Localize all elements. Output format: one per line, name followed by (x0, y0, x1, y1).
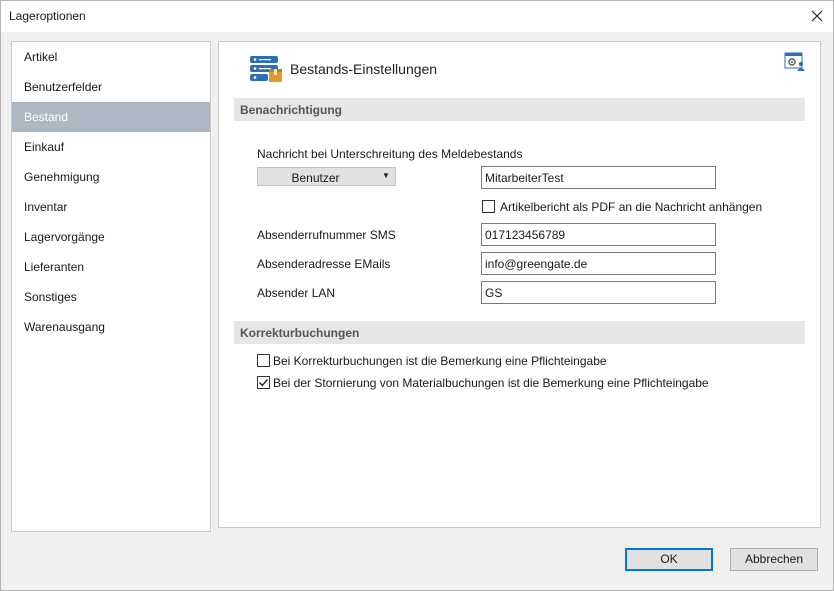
settings-user-icon[interactable] (784, 52, 806, 72)
storno-remark-label: Bei der Stornierung von Materialbuchunge… (273, 376, 709, 390)
sidebar-item-genehmigung[interactable]: Genehmigung (12, 162, 210, 192)
sidebar-item-inventar[interactable]: Inventar (12, 192, 210, 222)
page-title: Bestands-Einstellungen (290, 61, 438, 77)
sidebar-item-einkauf[interactable]: Einkauf (12, 132, 210, 162)
lan-sender-label: Absender LAN (257, 286, 336, 300)
ok-button[interactable]: OK (625, 548, 713, 571)
close-button[interactable] (800, 0, 834, 32)
sidebar-item-bestand[interactable]: Bestand (12, 102, 210, 132)
cancel-button[interactable]: Abbrechen (730, 548, 818, 571)
email-sender-field[interactable] (481, 252, 716, 275)
dropdown-label: Benutzer (291, 171, 340, 185)
title-bar: Lageroptionen (0, 0, 834, 32)
section-header-benachrichtigung: Benachrichtigung (234, 98, 805, 121)
window-title: Lageroptionen (9, 9, 86, 23)
section-header-korrekturbuchungen: Korrekturbuchungen (234, 321, 805, 344)
close-icon (811, 10, 823, 22)
message-label: Nachricht bei Unterschreitung des Meldeb… (257, 147, 523, 161)
sms-sender-field[interactable] (481, 223, 716, 246)
attach-pdf-checkbox[interactable] (482, 200, 495, 213)
lan-sender-field[interactable] (481, 281, 716, 304)
correction-remark-label: Bei Korrekturbuchungen ist die Bemerkung… (273, 354, 607, 368)
attach-pdf-label: Artikelbericht als PDF an die Nachricht … (500, 200, 763, 214)
sidebar-item-benutzerfelder[interactable]: Benutzerfelder (12, 72, 210, 102)
sidebar-item-artikel[interactable]: Artikel (12, 42, 210, 72)
correction-remark-checkbox[interactable] (257, 354, 270, 367)
options-sidebar: Artikel Benutzerfelder Bestand Einkauf G… (11, 41, 211, 532)
storno-remark-checkbox[interactable] (257, 376, 270, 389)
email-sender-label: Absenderadresse EMails (257, 257, 391, 271)
server-database-icon (250, 56, 282, 82)
checkmark-icon (259, 379, 269, 387)
sidebar-item-lagervorgaenge[interactable]: Lagervorgänge (12, 222, 210, 252)
sidebar-item-warenausgang[interactable]: Warenausgang (12, 312, 210, 342)
sidebar-item-sonstiges[interactable]: Sonstiges (12, 282, 210, 312)
section-title: Benachrichtigung (240, 103, 343, 117)
sms-sender-label: Absenderrufnummer SMS (257, 228, 396, 242)
settings-panel: Bestands-Einstellungen Benachrichtigung … (218, 41, 821, 528)
sidebar-item-lieferanten[interactable]: Lieferanten (12, 252, 210, 282)
section-title: Korrekturbuchungen (240, 326, 360, 340)
dropdown-arrow-icon: ▼ (382, 171, 390, 180)
recipient-type-dropdown[interactable]: Benutzer ▼ (257, 167, 396, 186)
recipient-field[interactable] (481, 166, 716, 189)
